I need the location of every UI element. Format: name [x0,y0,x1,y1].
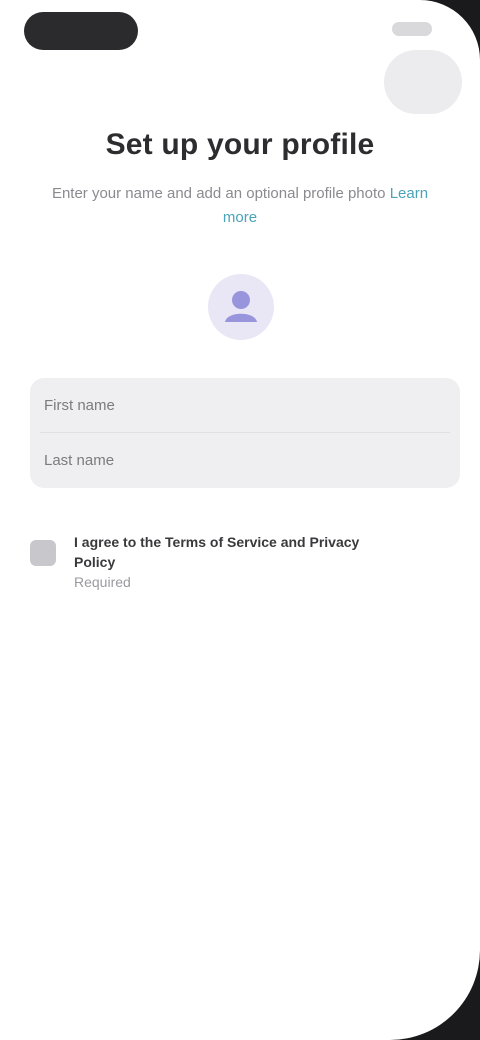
page-subtitle: Enter your name and add an optional prof… [44,182,436,230]
consent-checkbox[interactable] [30,540,56,566]
consent-row: I agree to the Terms of Service and Priv… [30,532,360,592]
first-name-field[interactable] [40,396,450,414]
page-title: Set up your profile [105,128,375,161]
person-icon [225,291,257,322]
consent-sublabel: Required [74,574,131,590]
last-name-field[interactable] [40,451,450,469]
status-indicators [392,22,432,36]
last-name-row [40,433,450,487]
subtitle-text: Enter your name and add an optional prof… [51,185,386,202]
dynamic-island [24,12,138,50]
first-name-row [40,378,450,433]
avatar[interactable] [208,274,274,340]
consent-text: I agree to the Terms of Service and Priv… [74,532,360,592]
app-screen: Set up your profile Enter your name and … [0,0,480,1040]
name-form [30,378,460,488]
consent-label: I agree to the Terms of Service and Priv… [74,534,360,570]
top-right-button[interactable] [384,50,462,114]
